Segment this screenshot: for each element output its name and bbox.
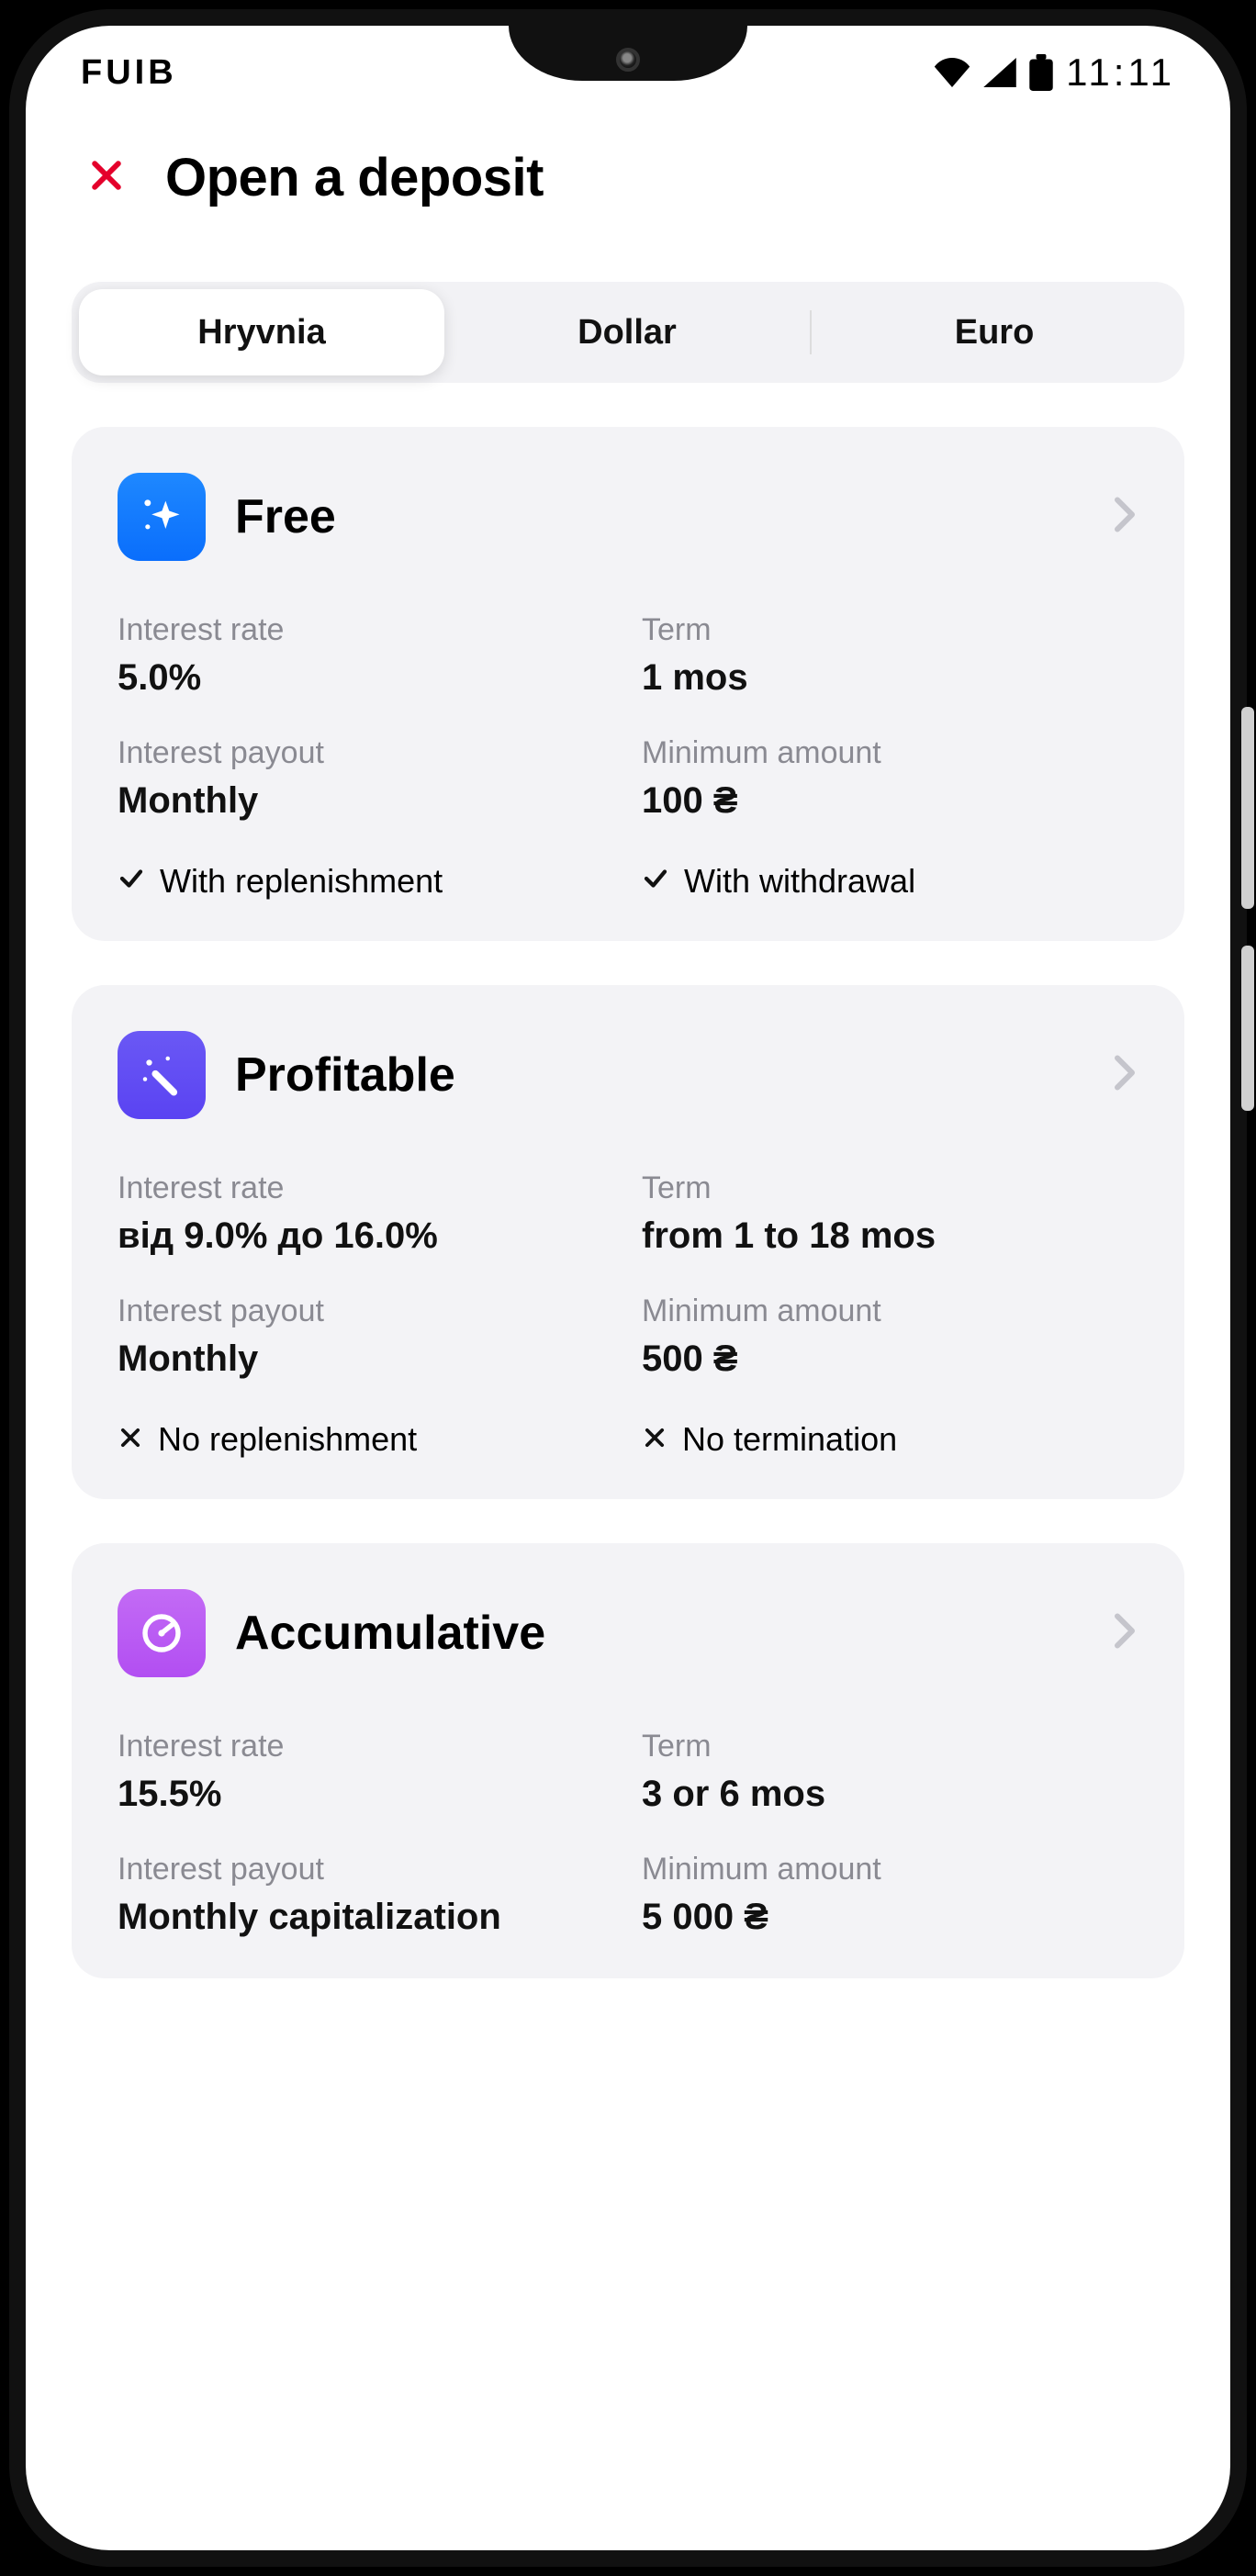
stat-label: Minimum amount	[642, 1294, 1138, 1329]
chevron-right-icon	[1111, 497, 1138, 538]
deposit-name: Profitable	[235, 1047, 455, 1103]
feature-item: With withdrawal	[642, 862, 1138, 901]
phone-screen-bezel: FUIB 11:11	[26, 26, 1230, 2550]
page-title: Open a deposit	[165, 147, 544, 208]
stat-value: 500 ₴	[642, 1338, 1138, 1380]
check-icon	[118, 862, 145, 901]
feature-text: With withdrawal	[684, 862, 915, 901]
front-camera	[616, 48, 640, 72]
stat-interest-rate: Interest rate 5.0%	[118, 612, 614, 699]
stat-minimum-amount: Minimum amount 100 ₴	[642, 735, 1138, 822]
tab-euro[interactable]: Euro	[812, 289, 1177, 375]
deposit-card[interactable]: Profitable Interest rate від 9.0% до 16.…	[72, 985, 1184, 1499]
stat-value: Monthly	[118, 780, 614, 822]
gauge-icon	[118, 1589, 206, 1677]
stat-value: Monthly capitalization	[118, 1897, 614, 1938]
side-button	[1241, 946, 1254, 1111]
stat-label: Term	[642, 1170, 1138, 1206]
chevron-right-icon	[1111, 1613, 1138, 1654]
check-icon	[642, 862, 669, 901]
stat-label: Interest payout	[118, 1294, 614, 1329]
stat-value: 1 mos	[642, 657, 1138, 699]
tab-label: Hryvnia	[197, 313, 325, 353]
screen: FUIB 11:11	[26, 26, 1230, 2550]
stat-term: Term 1 mos	[642, 612, 1138, 699]
x-icon	[118, 1420, 143, 1459]
stat-value: 15.5%	[118, 1774, 614, 1815]
stat-interest-payout: Interest payout Monthly	[118, 1294, 614, 1380]
stat-term: Term from 1 to 18 mos	[642, 1170, 1138, 1257]
tab-label: Euro	[955, 313, 1035, 353]
side-button	[1241, 707, 1254, 909]
phone-frame: FUIB 11:11	[9, 9, 1247, 2567]
battery-icon	[1029, 54, 1053, 91]
sparkle-icon	[118, 473, 206, 561]
feature-text: No termination	[682, 1420, 897, 1459]
stat-label: Interest rate	[118, 612, 614, 648]
tab-hryvnia[interactable]: Hryvnia	[79, 289, 444, 375]
feature-text: No replenishment	[158, 1420, 417, 1459]
stat-interest-rate: Interest rate від 9.0% до 16.0%	[118, 1170, 614, 1257]
feature-text: With replenishment	[160, 862, 443, 901]
stat-label: Interest payout	[118, 735, 614, 771]
stat-value: Monthly	[118, 1338, 614, 1380]
deposit-card[interactable]: Accumulative Interest rate 15.5% Term 3 …	[72, 1543, 1184, 1978]
stat-value: from 1 to 18 mos	[642, 1215, 1138, 1257]
stat-value: 3 or 6 mos	[642, 1774, 1138, 1815]
wifi-icon	[934, 58, 970, 87]
carrier-label: FUIB	[81, 53, 177, 93]
currency-tabs: Hryvnia Dollar Euro	[72, 282, 1184, 383]
stat-label: Term	[642, 612, 1138, 648]
chevron-right-icon	[1111, 1055, 1138, 1096]
signal-icon	[983, 58, 1016, 87]
stat-value: від 9.0% до 16.0%	[118, 1215, 614, 1257]
stat-label: Interest rate	[118, 1170, 614, 1206]
stat-value: 5.0%	[118, 657, 614, 699]
stat-interest-payout: Interest payout Monthly capitalization	[118, 1852, 614, 1938]
deposit-name: Free	[235, 489, 336, 544]
stat-minimum-amount: Minimum amount 5 000 ₴	[642, 1852, 1138, 1938]
close-icon	[86, 155, 127, 200]
stat-label: Interest payout	[118, 1852, 614, 1887]
stat-label: Minimum amount	[642, 735, 1138, 771]
stat-interest-payout: Interest payout Monthly	[118, 735, 614, 822]
stat-term: Term 3 or 6 mos	[642, 1729, 1138, 1815]
phone-notch	[509, 26, 747, 81]
deposit-card[interactable]: Free Interest rate 5.0% Term 1 mos	[72, 427, 1184, 941]
stat-label: Interest rate	[118, 1729, 614, 1764]
x-icon	[642, 1420, 667, 1459]
deposit-name: Accumulative	[235, 1606, 545, 1661]
stat-value: 5 000 ₴	[642, 1897, 1138, 1938]
stat-minimum-amount: Minimum amount 500 ₴	[642, 1294, 1138, 1380]
feature-item: With replenishment	[118, 862, 614, 901]
clock: 11:11	[1066, 50, 1175, 95]
tab-dollar[interactable]: Dollar	[444, 289, 810, 375]
page-header: Open a deposit	[26, 110, 1230, 227]
feature-item: No replenishment	[118, 1420, 614, 1459]
wand-sparkle-icon	[118, 1031, 206, 1119]
stat-label: Minimum amount	[642, 1852, 1138, 1887]
tab-label: Dollar	[578, 313, 677, 353]
close-button[interactable]	[81, 152, 132, 204]
stat-interest-rate: Interest rate 15.5%	[118, 1729, 614, 1815]
stat-value: 100 ₴	[642, 780, 1138, 822]
stat-label: Term	[642, 1729, 1138, 1764]
feature-item: No termination	[642, 1420, 1138, 1459]
